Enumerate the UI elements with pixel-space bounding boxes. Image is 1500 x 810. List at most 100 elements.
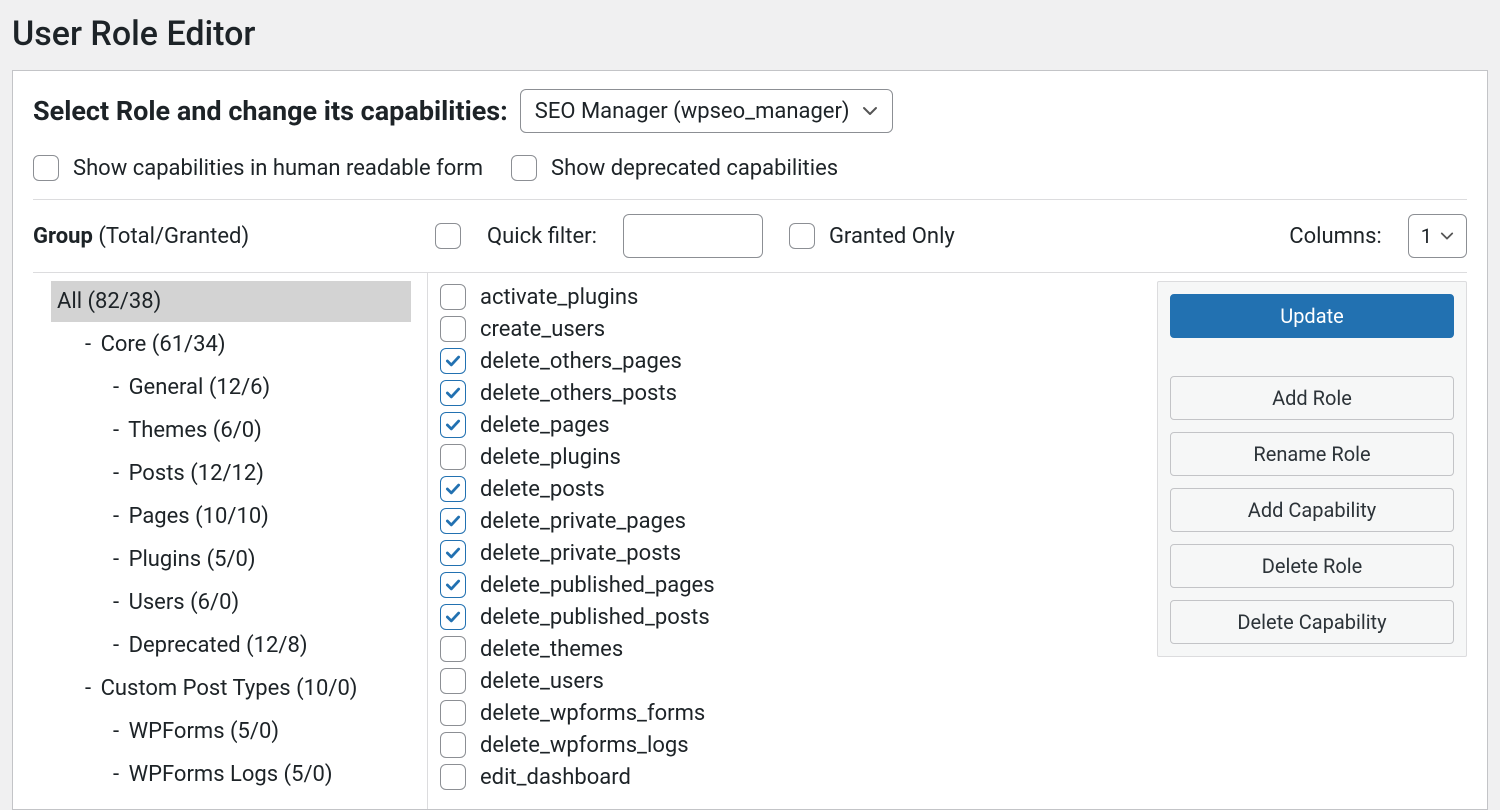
checkbox-icon [511, 155, 537, 181]
chevron-down-icon [1440, 224, 1454, 248]
role-select-value: SEO Manager (wpseo_manager) [535, 99, 850, 124]
select-all-checkbox[interactable] [435, 223, 461, 249]
columns-select[interactable]: 1 [1408, 214, 1467, 258]
capability-checkbox[interactable] [440, 604, 466, 630]
capability-checkbox[interactable] [440, 284, 466, 310]
columns-value: 1 [1421, 224, 1432, 248]
checkbox-icon [789, 223, 815, 249]
granted-only-label: Granted Only [829, 224, 955, 249]
sidebar-item[interactable]: - Themes (6/0) [107, 410, 411, 451]
delete-role-button[interactable]: Delete Role [1170, 544, 1454, 588]
sidebar-item[interactable]: - Deprecated (12/8) [107, 625, 411, 666]
tree-dash: - [113, 418, 119, 443]
tree-dash: - [113, 590, 119, 615]
capability-checkbox[interactable] [440, 316, 466, 342]
capability-label: delete_posts [480, 477, 605, 502]
actions-panel: Update Add Role Rename Role Add Capabili… [1157, 281, 1467, 657]
capability-label: delete_themes [480, 637, 623, 662]
group-heading: Group (Total/Granted) [33, 224, 413, 249]
capability-row: delete_users [440, 665, 1137, 697]
sidebar-item[interactable]: All (82/38) [51, 281, 411, 322]
capability-checkbox[interactable] [440, 732, 466, 758]
sidebar-item-label: Users (6/0) [129, 590, 240, 615]
rename-role-button[interactable]: Rename Role [1170, 432, 1454, 476]
update-button[interactable]: Update [1170, 294, 1454, 338]
capability-checkbox[interactable] [440, 380, 466, 406]
capability-checkbox[interactable] [440, 636, 466, 662]
sidebar-item[interactable]: - WPForms Logs (5/0) [107, 754, 411, 795]
sidebar-item[interactable]: - Pages (10/10) [107, 496, 411, 537]
sidebar-item[interactable]: - Plugins (5/0) [107, 539, 411, 580]
sidebar-item[interactable]: - Users (6/0) [107, 582, 411, 623]
capability-checkbox[interactable] [440, 764, 466, 790]
human-readable-label: Show capabilities in human readable form [73, 156, 483, 181]
capability-checkbox[interactable] [440, 348, 466, 374]
tree-dash: - [113, 504, 119, 529]
sidebar-item-label: Custom Post Types (10/0) [101, 676, 358, 701]
capability-label: delete_users [480, 669, 604, 694]
tree-dash: - [113, 633, 119, 658]
sidebar-item[interactable]: - Core (61/34) [79, 324, 411, 365]
capability-checkbox[interactable] [440, 700, 466, 726]
add-capability-button[interactable]: Add Capability [1170, 488, 1454, 532]
sidebar-item-label: WPForms Logs (5/0) [129, 762, 333, 787]
columns-label: Columns: [1289, 224, 1381, 249]
sidebar-item[interactable]: - Custom Post Types (10/0) [79, 668, 411, 709]
role-editor-panel: Select Role and change its capabilities:… [12, 70, 1488, 810]
checkbox-icon [33, 155, 59, 181]
capability-row: delete_published_pages [440, 569, 1137, 601]
sidebar-item[interactable]: - WPForms (5/0) [107, 711, 411, 752]
chevron-down-icon [862, 103, 878, 119]
select-role-label: Select Role and change its capabilities: [33, 95, 508, 127]
sidebar-item-label: Plugins (5/0) [129, 547, 256, 572]
capability-checkbox[interactable] [440, 572, 466, 598]
sidebar-item-label: Deprecated (12/8) [129, 633, 308, 658]
capability-row: delete_wpforms_logs [440, 729, 1137, 761]
capability-row: delete_wpforms_forms [440, 697, 1137, 729]
delete-capability-button[interactable]: Delete Capability [1170, 600, 1454, 644]
capability-label: delete_private_pages [480, 509, 686, 534]
sidebar-item-label: Pages (10/10) [129, 504, 269, 529]
capability-row: activate_plugins [440, 281, 1137, 313]
tree-dash: - [113, 375, 119, 400]
capability-row: delete_themes [440, 633, 1137, 665]
sidebar-item-label: Posts (12/12) [129, 461, 264, 486]
capability-row: create_users [440, 313, 1137, 345]
capability-label: delete_wpforms_forms [480, 701, 705, 726]
quick-filter-label: Quick filter: [487, 224, 597, 249]
capability-checkbox[interactable] [440, 412, 466, 438]
sidebar-item[interactable]: - General (12/6) [107, 367, 411, 408]
capability-checkbox[interactable] [440, 508, 466, 534]
tree-dash: - [113, 762, 119, 787]
capability-label: edit_dashboard [480, 765, 631, 790]
quick-filter-input[interactable] [623, 214, 763, 258]
capability-row: delete_pages [440, 409, 1137, 441]
capability-row: delete_others_posts [440, 377, 1137, 409]
sidebar-item[interactable]: - Posts (12/12) [107, 453, 411, 494]
group-heading-bold: Group [33, 224, 93, 249]
tree-dash: - [113, 719, 119, 744]
capability-label: delete_wpforms_logs [480, 733, 689, 758]
capability-label: delete_published_pages [480, 573, 715, 598]
sidebar-item-label: WPForms (5/0) [129, 719, 279, 744]
granted-only-checkbox[interactable]: Granted Only [789, 223, 955, 249]
capability-row: delete_private_posts [440, 537, 1137, 569]
capability-row: delete_plugins [440, 441, 1137, 473]
group-heading-rest: (Total/Granted) [98, 224, 249, 249]
capability-label: delete_published_posts [480, 605, 710, 630]
capability-checkbox[interactable] [440, 476, 466, 502]
deprecated-checkbox[interactable]: Show deprecated capabilities [511, 155, 838, 181]
sidebar-item-label: Core (61/34) [101, 332, 226, 357]
capability-checkbox[interactable] [440, 444, 466, 470]
tree-dash: - [85, 332, 91, 357]
tree-dash: - [113, 461, 119, 486]
capability-checkbox[interactable] [440, 668, 466, 694]
capability-label: delete_pages [480, 413, 610, 438]
tree-dash: - [85, 676, 91, 701]
capability-label: delete_others_pages [480, 349, 682, 374]
role-select[interactable]: SEO Manager (wpseo_manager) [520, 89, 893, 133]
capabilities-list: activate_pluginscreate_users delete_other… [428, 273, 1147, 809]
add-role-button[interactable]: Add Role [1170, 376, 1454, 420]
capability-checkbox[interactable] [440, 540, 466, 566]
human-readable-checkbox[interactable]: Show capabilities in human readable form [33, 155, 483, 181]
